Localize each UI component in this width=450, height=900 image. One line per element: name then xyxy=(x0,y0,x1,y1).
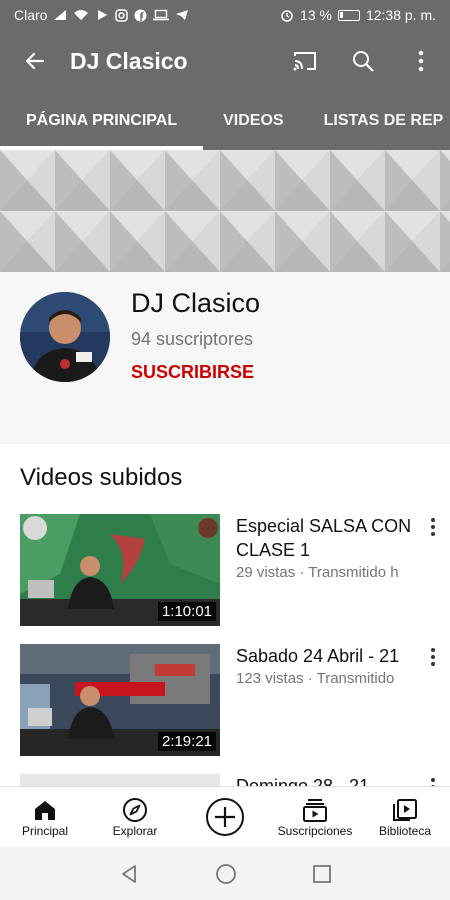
clock: 12:38 p. m. xyxy=(365,7,436,23)
laptop-icon xyxy=(153,9,170,21)
video-duration: 1:10:01 xyxy=(157,602,216,621)
back-arrow-icon xyxy=(25,52,45,70)
battery-icon xyxy=(337,9,360,21)
tab-home[interactable]: PÁGINA PRINCIPAL xyxy=(0,92,204,150)
page-title: DJ Clasico xyxy=(70,47,188,74)
channel-header: DJ Clasico 94 suscriptores SUSCRIBIRSE xyxy=(0,272,450,444)
video-title[interactable]: Sabado 24 Abril - 21 xyxy=(236,644,426,668)
video-menu-button[interactable] xyxy=(424,646,442,668)
video-meta: 29 vistas · Transmitido h xyxy=(236,564,399,581)
cast-button[interactable] xyxy=(276,30,334,92)
video-thumbnail[interactable] xyxy=(20,774,220,786)
home-icon xyxy=(35,801,55,820)
search-icon xyxy=(353,51,374,72)
video-item[interactable]: Domingo 28 - 21 xyxy=(0,774,450,786)
more-vert-icon xyxy=(418,50,424,72)
back-button[interactable] xyxy=(0,30,70,92)
bottom-navigation: Principal Explorar Suscripciones Bibliot… xyxy=(0,786,450,847)
video-duration: 2:19:21 xyxy=(157,732,216,751)
nav-explore-label: Explorar xyxy=(112,824,158,838)
video-item[interactable]: 1:10:01 Especial SALSA CON CLASE 1 29 vi… xyxy=(0,514,450,626)
nav-home-label: Principal xyxy=(21,824,69,838)
channel-banner xyxy=(0,150,450,272)
avatar[interactable] xyxy=(20,292,110,382)
battery-percent: 13 % xyxy=(300,7,332,23)
nav-subscriptions-label: Suscripciones xyxy=(277,824,353,838)
video-thumbnail[interactable]: 1:10:01 xyxy=(20,514,220,626)
nav-library-label: Biblioteca xyxy=(378,824,432,838)
subscribe-button[interactable]: SUSCRIBIRSE xyxy=(131,362,254,383)
banner-pattern xyxy=(0,150,450,272)
video-title[interactable]: Domingo 28 - 21 xyxy=(236,774,426,786)
tab-playlists[interactable]: LISTAS DE REP xyxy=(304,92,450,150)
video-item[interactable]: 2:19:21 Sabado 24 Abril - 21 123 vistas … xyxy=(0,644,450,756)
video-title[interactable]: Especial SALSA CON CLASE 1 xyxy=(236,514,426,562)
nav-subscriptions[interactable]: Suscripciones xyxy=(270,787,360,847)
nav-create[interactable] xyxy=(180,787,270,847)
wifi-icon xyxy=(74,10,89,20)
signal-icon xyxy=(54,10,67,20)
instagram-icon xyxy=(115,8,129,22)
video-menu-button[interactable] xyxy=(424,776,442,786)
video-menu-button[interactable] xyxy=(424,516,442,538)
tab-videos[interactable]: VIDEOS xyxy=(203,92,303,150)
section-title: Videos subidos xyxy=(20,464,183,491)
library-icon xyxy=(393,799,417,821)
facebook-icon xyxy=(134,9,147,21)
system-navigation-bar xyxy=(0,847,450,900)
alarm-icon xyxy=(281,10,293,22)
app-bar: DJ Clasico xyxy=(0,30,450,92)
compass-icon xyxy=(123,798,147,822)
telegram-icon xyxy=(176,10,189,20)
more-options-button[interactable] xyxy=(392,30,450,92)
subscriber-count: 94 suscriptores xyxy=(131,329,254,349)
channel-tabs: PÁGINA PRINCIPAL VIDEOS LISTAS DE REP xyxy=(0,92,450,150)
video-meta: 123 vistas · Transmitido xyxy=(236,670,395,687)
add-circle-icon xyxy=(206,798,244,836)
avatar-image xyxy=(20,292,110,382)
youtube-notification-icon xyxy=(98,10,108,20)
carrier-label: Claro xyxy=(14,7,48,23)
nav-library[interactable]: Biblioteca xyxy=(360,787,450,847)
system-recents-icon[interactable] xyxy=(312,864,332,884)
nav-home[interactable]: Principal xyxy=(0,787,90,847)
video-thumbnail[interactable]: 2:19:21 xyxy=(20,644,220,756)
channel-name: DJ Clasico xyxy=(131,288,261,318)
system-back-icon[interactable] xyxy=(118,863,140,885)
subscriptions-icon xyxy=(303,799,327,822)
nav-explore[interactable]: Explorar xyxy=(90,787,180,847)
search-button[interactable] xyxy=(334,30,392,92)
status-bar: Claro 13 % 12:38 p. m. xyxy=(0,0,450,30)
cast-icon xyxy=(293,52,316,71)
system-home-icon[interactable] xyxy=(215,863,237,885)
